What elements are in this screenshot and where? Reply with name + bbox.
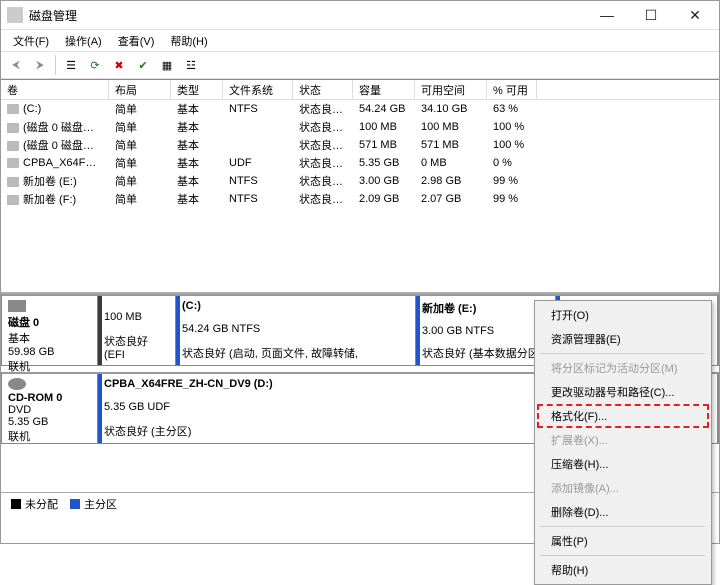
partition-c[interactable]: (C:) 54.24 GB NTFS 状态良好 (启动, 页面文件, 故障转储, — [176, 296, 416, 365]
ctx-explorer[interactable]: 资源管理器(E) — [537, 327, 709, 351]
menu-file[interactable]: 文件(F) — [5, 31, 57, 51]
delete-icon[interactable]: ✖ — [108, 54, 130, 76]
table-row[interactable]: 新加卷 (E:)简单基本NTFS状态良好 (...3.00 GB2.98 GB9… — [1, 172, 719, 190]
col-pct[interactable]: % 可用 — [487, 80, 537, 99]
menu-view[interactable]: 查看(V) — [110, 31, 163, 51]
col-type[interactable]: 类型 — [171, 80, 223, 99]
refresh-icon[interactable]: ⟳ — [84, 54, 106, 76]
menu-help[interactable]: 帮助(H) — [162, 31, 215, 51]
table-row[interactable]: (C:)简单基本NTFS状态良好 (...54.24 GB34.10 GB63 … — [1, 100, 719, 118]
toolbar-button-1[interactable]: ☰ — [60, 54, 82, 76]
disk-icon — [8, 300, 26, 312]
ctx-add-mirror: 添加镜像(A)... — [537, 476, 709, 500]
window-title: 磁盘管理 — [29, 7, 585, 24]
col-status[interactable]: 状态 — [293, 80, 353, 99]
table-row[interactable]: (磁盘 0 磁盘分区 5)简单基本状态良好 (...571 MB571 MB10… — [1, 136, 719, 154]
ctx-delete[interactable]: 删除卷(D)... — [537, 500, 709, 524]
ctx-open[interactable]: 打开(O) — [537, 303, 709, 327]
app-icon — [7, 7, 23, 23]
legend-unalloc-swatch — [11, 499, 21, 509]
ctx-change-letter[interactable]: 更改驱动器号和路径(C)... — [537, 380, 709, 404]
ctx-format[interactable]: 格式化(F)... — [537, 404, 709, 428]
ctx-shrink[interactable]: 压缩卷(H)... — [537, 452, 709, 476]
col-volume[interactable]: 卷 — [1, 80, 109, 99]
maximize-button[interactable]: ☐ — [629, 1, 673, 29]
disk-0-info[interactable]: 磁盘 0 基本 59.98 GB 联机 — [2, 296, 98, 365]
context-menu: 打开(O) 资源管理器(E) 将分区标记为活动分区(M) 更改驱动器号和路径(C… — [534, 300, 712, 585]
minimize-button[interactable]: — — [585, 1, 629, 29]
ctx-extend: 扩展卷(X)... — [537, 428, 709, 452]
legend-primary-swatch — [70, 499, 80, 509]
col-layout[interactable]: 布局 — [109, 80, 171, 99]
table-row[interactable]: CPBA_X64FRE_Z...简单基本UDF状态良好 (...5.35 GB0… — [1, 154, 719, 172]
col-fs[interactable]: 文件系统 — [223, 80, 293, 99]
forward-icon: ⮞ — [29, 54, 51, 76]
partition-efi[interactable]: 100 MB 状态良好 (EFI — [98, 296, 176, 365]
legend-primary: 主分区 — [84, 496, 117, 512]
properties-icon[interactable]: ▦ — [156, 54, 178, 76]
close-button[interactable]: ✕ — [673, 1, 717, 29]
cdrom-info[interactable]: CD-ROM 0 DVD 5.35 GB 联机 — [2, 374, 98, 443]
back-icon: ⮜ — [5, 54, 27, 76]
toolbar-button-2[interactable]: ☳ — [180, 54, 202, 76]
table-row[interactable]: 新加卷 (F:)简单基本NTFS状态良好 (...2.09 GB2.07 GB9… — [1, 190, 719, 208]
menu-action[interactable]: 操作(A) — [57, 31, 110, 51]
ctx-help[interactable]: 帮助(H) — [537, 558, 709, 582]
ctx-mark-active: 将分区标记为活动分区(M) — [537, 356, 709, 380]
col-free[interactable]: 可用空间 — [415, 80, 487, 99]
cdrom-icon — [8, 378, 26, 390]
col-capacity[interactable]: 容量 — [353, 80, 415, 99]
check-icon[interactable]: ✔ — [132, 54, 154, 76]
legend-unalloc: 未分配 — [25, 496, 58, 512]
table-row[interactable]: (磁盘 0 磁盘分区 1)简单基本状态良好 (...100 MB100 MB10… — [1, 118, 719, 136]
ctx-properties[interactable]: 属性(P) — [537, 529, 709, 553]
